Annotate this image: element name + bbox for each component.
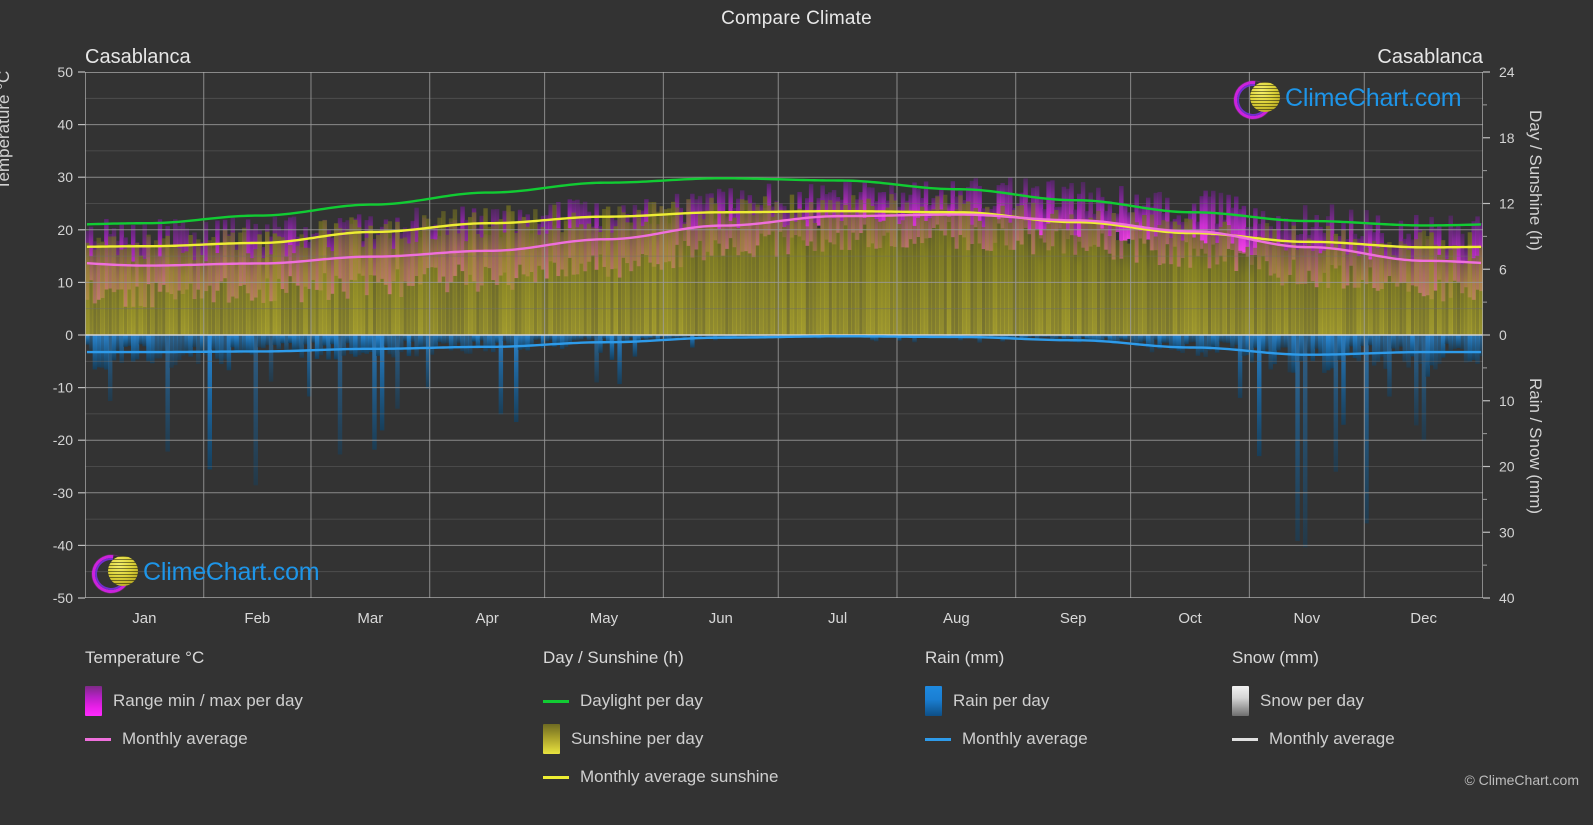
chart-legend: Temperature °C Range min / max per day M…	[0, 648, 1593, 818]
legend-item-sunshine[interactable]: Sunshine per day	[543, 720, 778, 758]
svg-text:-10: -10	[53, 380, 73, 396]
svg-text:Jul: Jul	[828, 610, 847, 627]
svg-text:Jan: Jan	[132, 610, 156, 627]
rain-average-line-swatch	[925, 724, 951, 754]
legend-heading-daysun: Day / Sunshine (h)	[543, 648, 684, 667]
svg-text:May: May	[590, 610, 619, 627]
svg-text:-40: -40	[53, 537, 73, 553]
snow-swatch	[1232, 686, 1249, 716]
svg-text:Mar: Mar	[357, 610, 383, 627]
legend-item-temp-average[interactable]: Monthly average	[85, 720, 303, 758]
sunshine-average-line-swatch	[543, 762, 569, 792]
sunshine-swatch	[543, 724, 560, 754]
climechart-logo-bottom: ClimeChart.com	[84, 547, 320, 601]
legend-item-sunshine-average[interactable]: Monthly average sunshine	[543, 758, 778, 796]
page-title: Compare Climate	[721, 8, 872, 29]
svg-text:Apr: Apr	[475, 610, 498, 627]
y-axis-left-title: Temperature °C	[0, 70, 13, 190]
svg-text:12: 12	[1499, 196, 1515, 212]
legend-label: Monthly average	[1269, 729, 1395, 748]
svg-text:24: 24	[1499, 64, 1515, 80]
svg-text:40: 40	[1499, 590, 1515, 606]
legend-label: Snow per day	[1260, 691, 1364, 710]
svg-text:Nov: Nov	[1293, 610, 1320, 627]
legend-label: Daylight per day	[580, 691, 703, 710]
y-axis-right-top-title: Day / Sunshine (h)	[1526, 110, 1545, 251]
svg-text:10: 10	[57, 274, 73, 290]
climechart-logo-text: ClimeChart.com	[143, 557, 320, 586]
svg-text:-50: -50	[53, 590, 73, 606]
svg-text:Feb: Feb	[244, 610, 270, 627]
legend-item-snow-average[interactable]: Monthly average	[1232, 720, 1395, 758]
legend-group-daysun: Day / Sunshine (h) Daylight per day Suns…	[543, 648, 778, 796]
y-axis-right-bottom-title: Rain / Snow (mm)	[1526, 378, 1545, 515]
legend-item-rain-average[interactable]: Monthly average	[925, 720, 1088, 758]
snow-average-line-swatch	[1232, 724, 1258, 754]
climate-chart-plot	[85, 72, 1483, 598]
city-label-left: Casablanca	[85, 46, 191, 68]
svg-text:10: 10	[1499, 393, 1515, 409]
svg-text:20: 20	[1499, 459, 1515, 475]
legend-label: Rain per day	[953, 691, 1050, 710]
svg-text:Jun: Jun	[709, 610, 733, 627]
svg-text:Aug: Aug	[943, 610, 970, 627]
rain-swatch	[925, 686, 942, 716]
legend-item-daylight[interactable]: Daylight per day	[543, 682, 778, 720]
legend-heading-temperature: Temperature °C	[85, 648, 205, 667]
legend-label: Sunshine per day	[571, 729, 704, 748]
city-label-right: Casablanca	[1377, 46, 1483, 68]
daylight-line-swatch	[543, 686, 569, 716]
legend-group-snow: Snow (mm) Snow per day Monthly average	[1232, 648, 1395, 758]
legend-item-rain-per-day[interactable]: Rain per day	[925, 682, 1088, 720]
svg-text:Dec: Dec	[1410, 610, 1437, 627]
climechart-globe-icon	[1226, 73, 1280, 127]
climechart-logo-top: ClimeChart.com	[1226, 73, 1462, 127]
svg-text:30: 30	[1499, 524, 1515, 540]
svg-text:6: 6	[1499, 261, 1507, 277]
legend-label: Monthly average	[122, 729, 248, 748]
svg-text:-20: -20	[53, 432, 73, 448]
copyright-text: © ClimeChart.com	[1464, 772, 1579, 788]
svg-text:50: 50	[57, 64, 73, 80]
climechart-logo-text: ClimeChart.com	[1285, 83, 1462, 112]
temp-average-line-swatch	[85, 724, 111, 754]
temp-range-swatch	[85, 686, 102, 716]
legend-heading-rain: Rain (mm)	[925, 648, 1005, 667]
svg-text:30: 30	[57, 169, 73, 185]
svg-text:20: 20	[57, 222, 73, 238]
legend-item-snow-per-day[interactable]: Snow per day	[1232, 682, 1395, 720]
legend-item-temp-range[interactable]: Range min / max per day	[85, 682, 303, 720]
climechart-globe-icon	[84, 547, 138, 601]
svg-text:Oct: Oct	[1178, 610, 1202, 627]
legend-label: Monthly average	[962, 729, 1088, 748]
svg-text:0: 0	[65, 327, 73, 343]
svg-text:-30: -30	[53, 485, 73, 501]
svg-text:18: 18	[1499, 130, 1515, 146]
legend-heading-snow: Snow (mm)	[1232, 648, 1319, 667]
legend-group-temperature: Temperature °C Range min / max per day M…	[85, 648, 303, 758]
svg-text:Sep: Sep	[1060, 610, 1087, 627]
svg-text:40: 40	[57, 117, 73, 133]
svg-text:0: 0	[1499, 327, 1507, 343]
legend-label: Monthly average sunshine	[580, 767, 779, 786]
legend-label: Range min / max per day	[113, 691, 303, 710]
legend-group-rain: Rain (mm) Rain per day Monthly average	[925, 648, 1088, 758]
